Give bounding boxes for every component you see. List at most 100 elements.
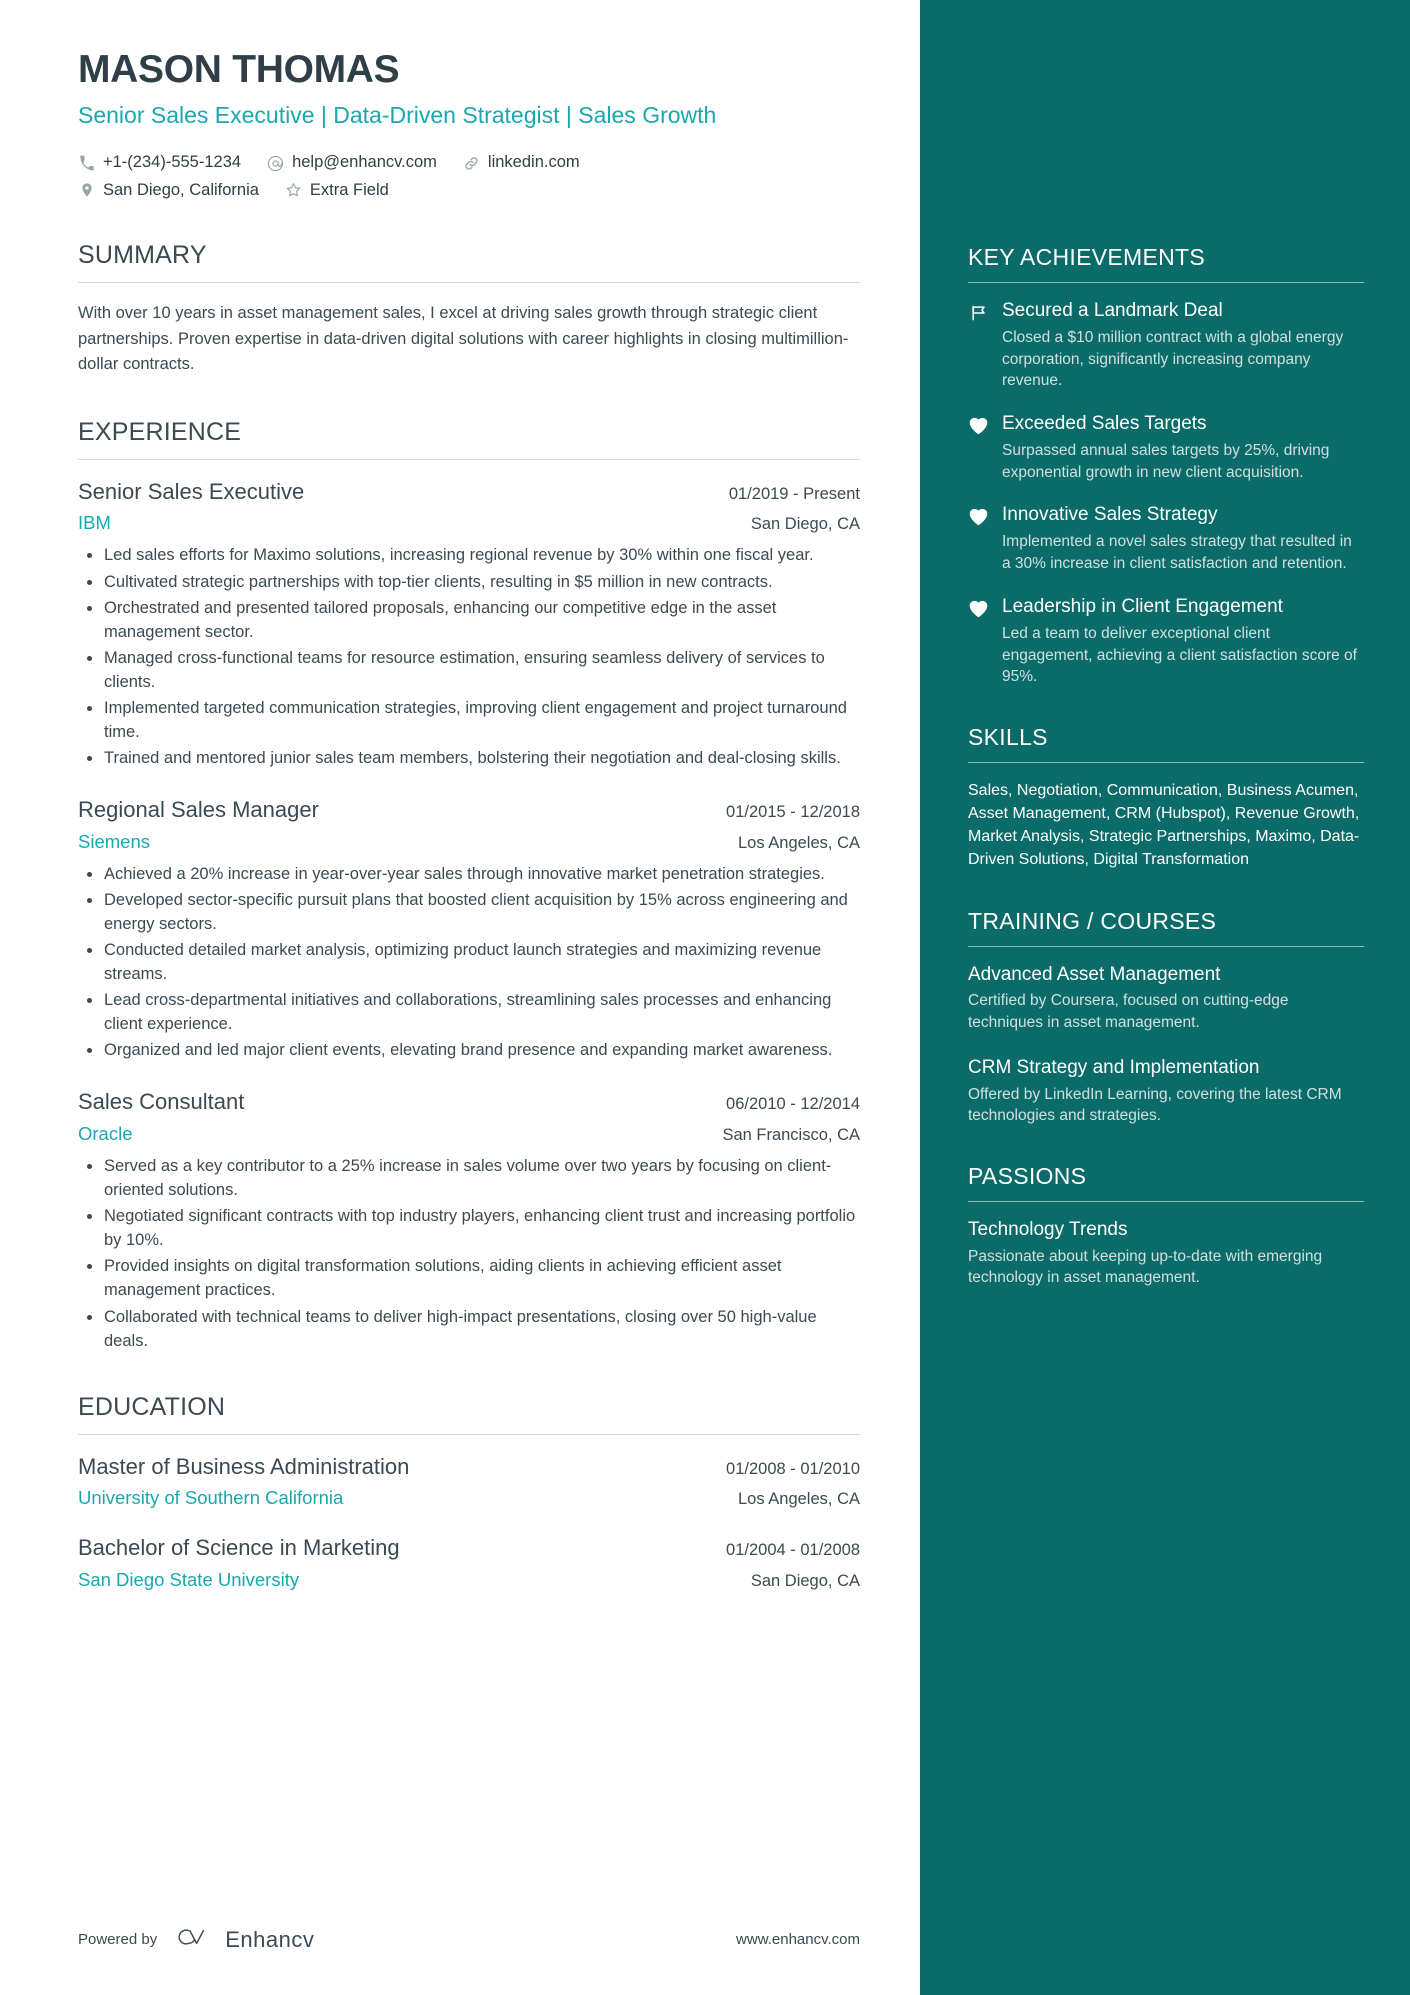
list-item: Trained and mentored junior sales team m… [78, 746, 860, 770]
experience-entry-header: Senior Sales Executive 01/2019 - Present [78, 478, 860, 507]
list-item: Negotiated significant contracts with to… [78, 1204, 860, 1252]
list-item: Implemented targeted communication strat… [78, 696, 860, 744]
achievement-header: Leadership in Client Engagement [968, 595, 1364, 619]
achievement-title: Innovative Sales Strategy [1002, 504, 1218, 526]
company-name: Oracle [78, 1123, 133, 1145]
passions-section-title: PASSIONS [968, 1162, 1087, 1189]
experience-entry-subheader: Oracle San Francisco, CA [78, 1122, 860, 1146]
achievement-description: Implemented a novel sales strategy that … [1002, 533, 1352, 573]
education-entry-subheader: University of Southern California Los An… [78, 1486, 860, 1510]
school-name: San Diego State University [78, 1568, 300, 1590]
list-item: Developed sector-specific pursuit plans … [78, 888, 860, 936]
training-section-title: TRAINING / COURSES [968, 907, 1217, 934]
contact-email[interactable]: help@enhancv.com [267, 152, 437, 173]
achievement-header: Innovative Sales Strategy [968, 503, 1364, 527]
passion-item: Technology Trends Passionate about keepi… [968, 1218, 1364, 1289]
section-divider [78, 458, 860, 460]
sidebar-column: KEY ACHIEVEMENTS Secured a Landmark Deal… [920, 0, 1410, 1995]
list-item: Orchestrated and presented tailored prop… [78, 596, 860, 644]
degree-dates: 01/2008 - 01/2010 [726, 1459, 860, 1478]
sidebar-section-skills: SKILLS Sales, Negotiation, Communication… [968, 724, 1364, 872]
contact-extra-field[interactable]: Extra Field [285, 180, 389, 201]
education-section: EDUCATION Master of Business Administrat… [78, 1393, 860, 1592]
education-section-title: EDUCATION [78, 1392, 226, 1421]
heart-icon [968, 506, 989, 527]
education-entry: Bachelor of Science in Marketing 01/2004… [78, 1534, 860, 1592]
contact-row-primary: +1-(234)-555-1234 help@enhancv.com linke… [78, 152, 860, 173]
sidebar-divider [968, 945, 1364, 947]
contact-linkedin[interactable]: linkedin.com [463, 152, 580, 173]
experience-entry: Senior Sales Executive 01/2019 - Present… [78, 478, 860, 770]
contact-phone[interactable]: +1-(234)-555-1234 [78, 152, 241, 173]
education-entry: Master of Business Administration 01/200… [78, 1453, 860, 1511]
degree-title: Master of Business Administration [78, 1453, 410, 1479]
summary-text: With over 10 years in asset management s… [78, 304, 849, 374]
achievement-description: Led a team to deliver exceptional client… [1002, 624, 1357, 686]
course-description: Certified by Coursera, focused on cuttin… [968, 992, 1289, 1032]
footer-website[interactable]: www.enhancv.com [736, 1931, 860, 1948]
list-item: Cultivated strategic partnerships with t… [78, 570, 860, 594]
achievement-item: Innovative Sales Strategy Implemented a … [968, 503, 1364, 574]
education-entry-subheader: San Diego State University San Diego, CA [78, 1568, 860, 1592]
job-bullets: Led sales efforts for Maximo solutions, … [78, 543, 860, 770]
company-name: Siemens [78, 830, 150, 852]
contact-location-text: San Diego, California [103, 180, 259, 199]
passion-description: Passionate about keeping up-to-date with… [968, 1247, 1323, 1287]
school-location: Los Angeles, CA [738, 1490, 860, 1509]
passion-title: Technology Trends [968, 1218, 1128, 1240]
list-item: Provided insights on digital transformat… [78, 1254, 860, 1302]
summary-section: SUMMARY With over 10 years in asset mana… [78, 241, 860, 378]
sidebar-section-achievements: KEY ACHIEVEMENTS Secured a Landmark Deal… [968, 244, 1364, 688]
experience-entry-subheader: Siemens Los Angeles, CA [78, 830, 860, 854]
experience-section: EXPERIENCE Senior Sales Executive 01/201… [78, 418, 860, 1353]
list-item: Served as a key contributor to a 25% inc… [78, 1154, 860, 1202]
location-pin-icon [78, 182, 95, 199]
course-item: CRM Strategy and Implementation Offered … [968, 1056, 1364, 1127]
contact-email-text: help@enhancv.com [292, 153, 437, 172]
job-dates: 06/2010 - 12/2014 [726, 1095, 860, 1114]
school-name: University of Southern California [78, 1487, 344, 1509]
list-item: Lead cross-departmental initiatives and … [78, 988, 860, 1036]
achievement-title: Secured a Landmark Deal [1002, 300, 1223, 321]
achievements-section-title: KEY ACHIEVEMENTS [968, 244, 1206, 270]
star-icon [285, 182, 302, 199]
experience-entry-subheader: IBM San Diego, CA [78, 511, 860, 535]
course-title: Advanced Asset Management [968, 963, 1221, 985]
enhancv-logo[interactable]: Enhancv [173, 1924, 314, 1955]
job-title: Sales Consultant [78, 1089, 245, 1115]
skills-section-title: SKILLS [968, 723, 1048, 750]
powered-by-label: Powered by [78, 1931, 158, 1948]
resume-page: MASON THOMAS Senior Sales Executive | Da… [0, 0, 1410, 1995]
skills-list: Sales, Negotiation, Communication, Busin… [968, 781, 1360, 869]
course-description: Offered by LinkedIn Learning, covering t… [968, 1085, 1342, 1125]
job-location: Los Angeles, CA [738, 833, 860, 852]
page-footer: Powered by Enhancv www.enhancv.com [78, 1924, 860, 1955]
sidebar-divider [968, 1200, 1364, 1202]
job-location: San Diego, CA [750, 515, 860, 534]
professional-headline: Senior Sales Executive | Data-Driven Str… [78, 101, 717, 128]
footer-branding: Powered by Enhancv [78, 1924, 314, 1955]
job-dates: 01/2015 - 12/2018 [726, 803, 860, 822]
course-item: Advanced Asset Management Certified by C… [968, 963, 1364, 1034]
job-dates: 01/2019 - Present [728, 484, 860, 503]
list-item: Collaborated with technical teams to del… [78, 1305, 860, 1353]
contact-location[interactable]: San Diego, California [78, 180, 259, 201]
section-divider [78, 1433, 860, 1435]
enhancv-mark-icon [173, 1924, 213, 1955]
list-item: Conducted detailed market analysis, opti… [78, 938, 860, 986]
list-item: Achieved a 20% increase in year-over-yea… [78, 862, 860, 886]
job-title: Regional Sales Manager [78, 797, 319, 823]
job-location: San Francisco, CA [722, 1126, 860, 1145]
heart-icon [968, 598, 989, 619]
achievement-description: Surpassed annual sales targets by 25%, d… [1002, 442, 1330, 481]
achievement-header: Exceeded Sales Targets [968, 412, 1364, 436]
job-bullets: Achieved a 20% increase in year-over-yea… [78, 862, 860, 1063]
achievement-item: Exceeded Sales Targets Surpassed annual … [968, 412, 1364, 483]
experience-entry: Regional Sales Manager 01/2015 - 12/2018… [78, 796, 860, 1062]
contact-phone-text: +1-(234)-555-1234 [103, 153, 242, 172]
page-title: MASON THOMAS [78, 48, 400, 91]
degree-dates: 01/2004 - 01/2008 [726, 1541, 860, 1560]
phone-icon [78, 155, 95, 172]
education-entry-header: Master of Business Administration 01/200… [78, 1453, 860, 1482]
achievement-item: Secured a Landmark Deal Closed a $10 mil… [968, 299, 1364, 392]
